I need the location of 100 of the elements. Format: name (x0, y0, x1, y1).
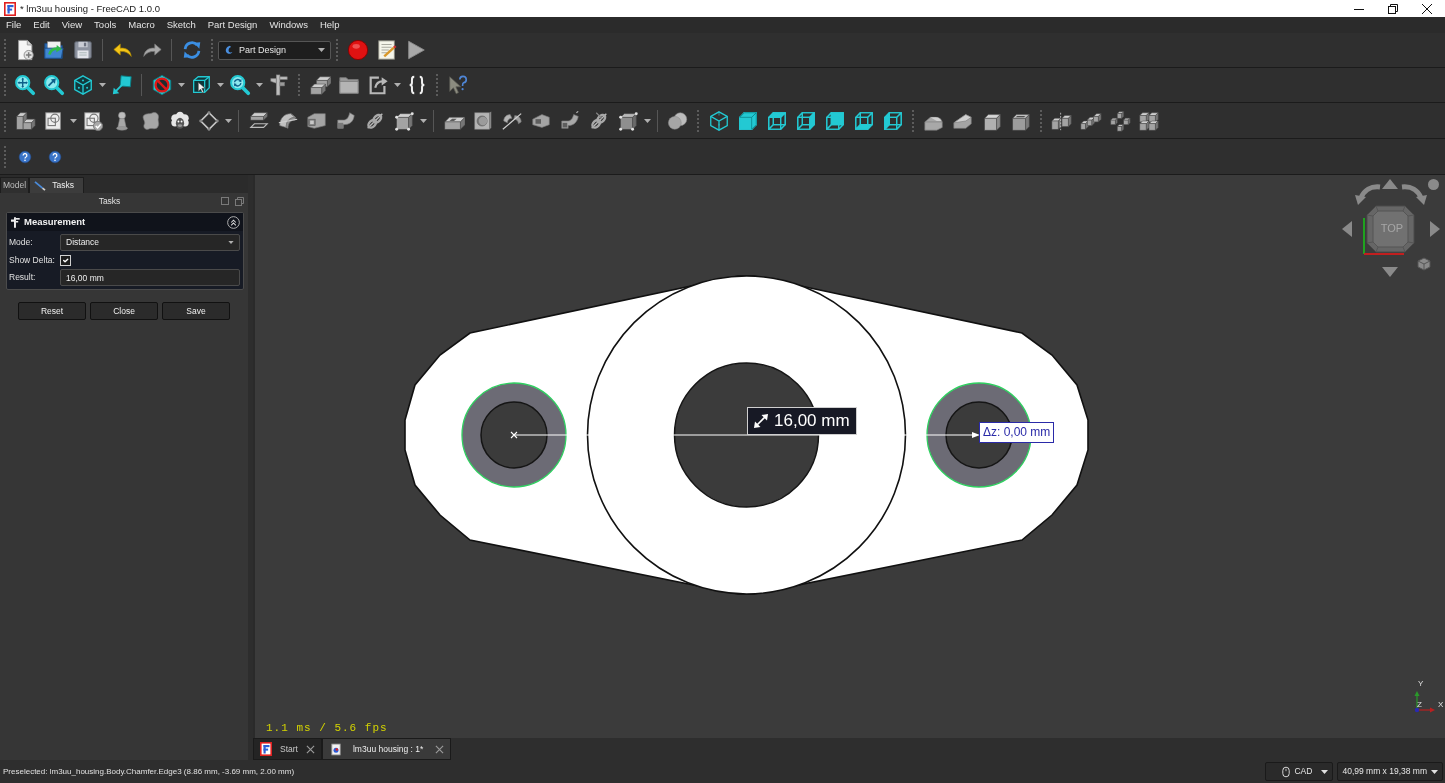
magnifier-arrow-icon[interactable] (42, 74, 65, 96)
workbench-dropdown[interactable]: Part Design (218, 40, 331, 60)
fps-readout: 1.1 ms / 5.6 fps (266, 722, 388, 736)
caret-icon[interactable] (177, 83, 185, 87)
help-cursor-icon[interactable] (446, 74, 469, 96)
cube-icon[interactable] (71, 74, 94, 96)
axis-label: Y (1418, 680, 1424, 688)
dialog-button[interactable]: Save (162, 302, 230, 320)
triangle-left-icon[interactable] (1342, 221, 1352, 237)
spheres-icon[interactable] (666, 109, 689, 132)
delta-label: Δz: 0,00 mm (979, 422, 1055, 443)
help-icon[interactable] (18, 149, 32, 164)
folder-icon[interactable] (337, 74, 360, 96)
notepad-icon[interactable] (375, 39, 398, 61)
caret-icon[interactable] (98, 83, 106, 87)
record-icon[interactable] (346, 39, 369, 61)
block-grid-icon[interactable] (1137, 109, 1160, 132)
app-logo-icon[interactable] (4, 1, 16, 16)
panel-tab[interactable]: Tasks (29, 177, 84, 193)
caret-icon[interactable] (224, 118, 232, 123)
field-label: Mode: (9, 237, 34, 248)
caret-icon (1321, 769, 1329, 774)
navigation-cube[interactable] (1362, 204, 1416, 256)
diamond-icon[interactable] (197, 109, 220, 132)
menu-item[interactable]: Part Design (201, 19, 264, 31)
crescent-icon (224, 45, 234, 55)
dimension-dropdown[interactable]: 40,99 mm x 19,38 mm (1337, 762, 1443, 781)
panel-title: Tasks (97, 195, 122, 207)
axis-label: X (1438, 701, 1444, 709)
magnifier-cycle-icon[interactable] (228, 74, 251, 96)
maximize-icon[interactable] (1388, 3, 1398, 14)
hole-icon[interactable] (471, 109, 494, 132)
field-label: Show Delta: (9, 254, 56, 266)
menu-item[interactable]: Windows (263, 19, 314, 31)
caret-icon[interactable] (69, 118, 77, 123)
curved-arrow-icon[interactable] (1355, 182, 1382, 205)
caret-icon[interactable] (393, 83, 401, 87)
cube-face-icon[interactable] (823, 109, 846, 132)
block-ring-icon[interactable] (1108, 109, 1131, 132)
dialog-button[interactable]: Reset (18, 302, 86, 320)
caret-icon[interactable] (216, 83, 224, 87)
panel-tab[interactable]: Model (0, 177, 30, 193)
text-field[interactable]: 16,00 mm (60, 269, 240, 286)
caret-icon[interactable] (643, 118, 651, 123)
sheep-icon[interactable] (168, 109, 191, 132)
sketch-check-icon[interactable] (81, 109, 104, 132)
square-icon[interactable] (221, 197, 229, 205)
triangle-up-icon[interactable] (1382, 179, 1398, 189)
menu-item[interactable]: File (0, 19, 28, 31)
navigation-style-dropdown[interactable]: CAD (1265, 762, 1334, 781)
menu-item[interactable]: Tools (88, 19, 123, 31)
menu-item[interactable]: Help (313, 19, 346, 31)
document-icon (330, 742, 341, 756)
small-cube-icon[interactable] (1417, 257, 1431, 271)
cube-face-icon[interactable] (794, 109, 817, 132)
l-block-icon[interactable] (13, 109, 36, 132)
document-tab[interactable]: lm3uu housing : 1* (321, 738, 452, 760)
menu-item[interactable]: Macro (122, 19, 161, 31)
dot-icon[interactable] (1428, 179, 1439, 190)
close-icon[interactable] (1422, 3, 1432, 14)
triangle-down-icon[interactable] (1382, 267, 1398, 277)
checkbox[interactable] (60, 254, 71, 266)
dropdown[interactable]: Distance (60, 234, 240, 251)
overlapping-squares-icon[interactable] (235, 196, 244, 206)
app-logo-icon (260, 742, 272, 756)
caret-icon[interactable] (419, 118, 427, 123)
cube-face-icon[interactable] (765, 109, 788, 132)
collapse-icon[interactable] (227, 215, 240, 229)
status-message: Preselected: lm3uu_housing.Body.Chamfer.Edge3 (8.86 mm, -3.69 mm, 2.00 mm) (3, 766, 295, 777)
mouse-icon (1282, 765, 1291, 778)
pipe-cut-icon[interactable] (558, 109, 581, 132)
task-title: Measurement (24, 216, 86, 228)
caliper-icon (11, 216, 20, 228)
menu-item[interactable]: Edit (27, 19, 56, 31)
cube-face-icon[interactable] (852, 109, 875, 132)
triangle-right-icon[interactable] (1430, 221, 1440, 237)
pipe-icon[interactable] (334, 109, 357, 132)
wire-cube-icon[interactable] (707, 109, 730, 132)
no-entry-icon[interactable] (150, 74, 173, 96)
window-title: * lm3uu housing - FreeCAD 1.0.0 (20, 2, 160, 15)
plane-arrow-icon[interactable] (110, 74, 133, 96)
caret-icon[interactable] (255, 83, 263, 87)
open-folder-icon[interactable] (42, 39, 65, 61)
box-vertices-icon[interactable] (392, 109, 415, 132)
curved-arrow-icon[interactable] (1400, 182, 1427, 205)
menu-item[interactable]: Sketch (160, 19, 202, 31)
help-icon[interactable] (48, 149, 62, 164)
axis-label: Z (1417, 701, 1422, 709)
caret-icon (1431, 769, 1438, 774)
solid-cube-icon[interactable] (736, 109, 759, 132)
caret-icon (318, 48, 325, 52)
stacked-blocks-icon[interactable] (308, 74, 331, 96)
cube-face-icon[interactable] (881, 109, 904, 132)
box-cut-icon[interactable] (616, 109, 639, 132)
measurement-value: 16,00 mm (774, 410, 850, 432)
zoom-fit-icon[interactable] (13, 74, 36, 96)
document-tab[interactable]: Start (253, 738, 322, 760)
caliper-icon[interactable] (267, 74, 290, 96)
menu-item[interactable]: View (55, 19, 89, 31)
dialog-button[interactable]: Close (90, 302, 158, 320)
